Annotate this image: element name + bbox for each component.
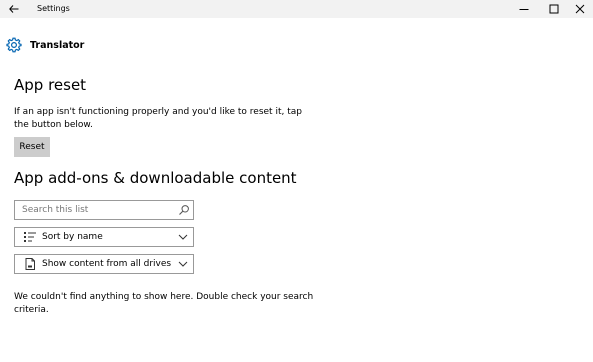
sort-dropdown[interactable]: Sort by name <box>14 227 194 247</box>
search-icon[interactable] <box>178 204 190 216</box>
app-header: Translator <box>6 36 84 54</box>
search-box <box>14 200 194 220</box>
search-input[interactable] <box>15 201 175 219</box>
reset-button[interactable]: Reset <box>14 137 50 157</box>
maximize-icon <box>549 4 559 14</box>
close-button[interactable] <box>565 0 593 18</box>
drive-filter-value: Show content from all drives <box>42 259 172 269</box>
gear-icon <box>6 37 22 53</box>
drive-filter-dropdown[interactable]: Show content from all drives <box>14 254 194 274</box>
close-icon <box>575 4 585 14</box>
minimize-button[interactable] <box>509 0 539 18</box>
app-name: Translator <box>30 39 85 51</box>
addons-heading: App add-ons & downloadable content <box>14 169 297 187</box>
empty-state-message: We couldn't find anything to show here. … <box>14 292 314 315</box>
chevron-down-icon <box>178 261 188 267</box>
minimize-icon <box>519 9 529 10</box>
settings-window: Settings Translator App reset If an app … <box>0 0 593 362</box>
drive-icon <box>25 258 35 270</box>
title-bar: Settings <box>0 0 593 18</box>
sort-list-icon <box>24 232 36 242</box>
back-arrow-icon <box>9 5 19 13</box>
chevron-down-icon <box>178 234 188 240</box>
app-reset-description: If an app isn't functioning properly and… <box>14 107 302 130</box>
sort-dropdown-value: Sort by name <box>42 232 103 242</box>
window-title: Settings <box>37 4 70 13</box>
back-button[interactable] <box>0 0 28 18</box>
app-reset-heading: App reset <box>14 76 87 94</box>
